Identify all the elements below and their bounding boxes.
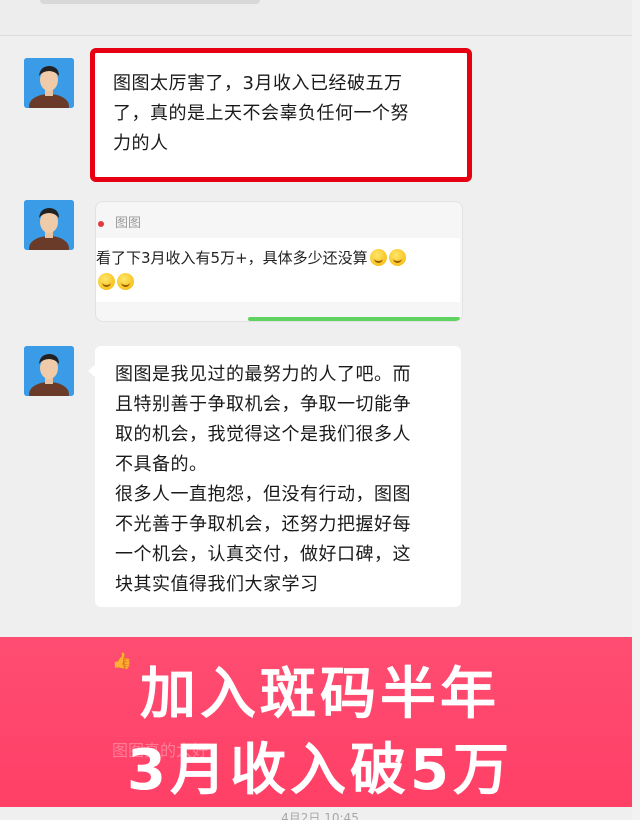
message-bubble-highlighted[interactable]: 图图太厉害了，3月收入已经破五万 了，真的是上天不会辜负任何一个努 力的人 [90,48,472,182]
quote-body: 看了下3月收入有5万+，具体多少还没算 [96,238,460,302]
message-text-line: 一个机会，认真交付，做好口碑，这 [115,544,411,565]
quoted-message-card[interactable]: 图图 看了下3月收入有5万+，具体多少还没算 [95,201,463,322]
message-text-line: 取的机会，我觉得这个是我们很多人 [115,424,411,445]
grimace-emoji-icon [388,249,406,266]
avatar[interactable] [24,200,74,250]
message-text-line: 力的人 [113,133,169,154]
message-text-line: 不具备的。 [115,454,208,475]
avatar-image [24,58,74,108]
message-text-line: 图图太厉害了，3月收入已经破五万 [113,73,403,94]
avatar-image [24,200,74,250]
grimace-emoji-icon [98,273,115,290]
message-text-line: 且特别善于争取机会，争取一切能争 [115,394,411,415]
quote-text: 看了下3月收入有5万+，具体多少还没算 [96,249,368,267]
right-edge [632,0,640,820]
grimace-emoji-icon [369,249,387,266]
avatar-image [24,346,74,396]
quote-header: 图图 [98,212,142,231]
message-bubble[interactable]: 图图是我见过的最努力的人了吧。而 且特别善于争取机会，争取一切能争 取的机会，我… [88,346,461,607]
message-text-line: 图图是我见过的最努力的人了吧。而 [115,364,411,385]
message-text-line: 很多人一直抱怨，但没有行动，图图 [115,484,411,505]
top-strip [0,0,640,36]
message-timestamp: 4月2日 10:45 [0,808,640,820]
avatar[interactable] [24,346,74,396]
quote-sender: 图图 [115,216,142,231]
avatar[interactable] [24,58,74,108]
banner-title-line1: 加入斑码半年 [140,662,500,727]
message-text-line: 不光善于争取机会，还努力把握好每 [115,514,411,535]
promo-banner: 👍 图图真的太好 加入斑码半年 3月收入破5万 [0,637,640,807]
grimace-emoji-icon [117,273,134,290]
red-dot-icon [98,220,104,227]
message-text-line: 了，真的是上天不会辜负任何一个努 [113,103,409,124]
cut-off-header [40,0,260,4]
quote-progress-bar [248,317,460,321]
banner-title-line2: 3月收入破5万 [127,738,513,803]
message-text-line: 块其实值得我们大家学习 [115,574,319,595]
